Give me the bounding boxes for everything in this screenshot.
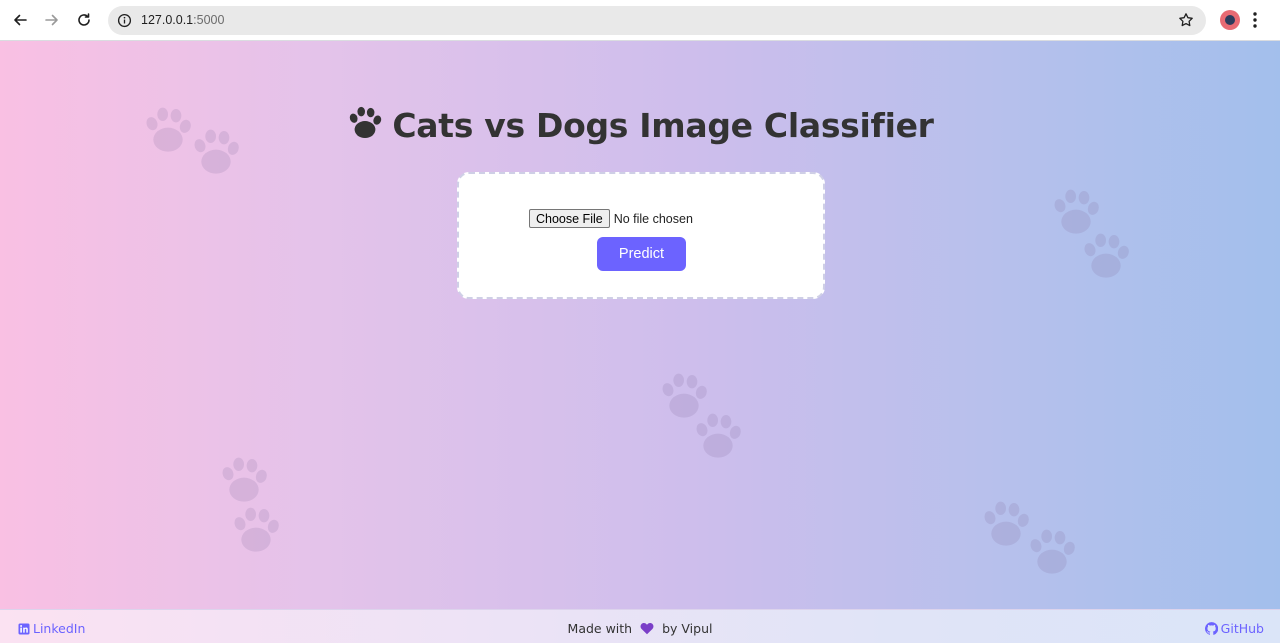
paw-print-icon bbox=[1078, 231, 1134, 279]
paw-print-icon bbox=[1048, 187, 1104, 235]
profile-avatar[interactable] bbox=[1220, 10, 1240, 30]
address-bar[interactable]: 127.0.0.1:5000 bbox=[108, 6, 1206, 35]
back-button[interactable] bbox=[8, 8, 32, 32]
avatar-icon bbox=[1225, 15, 1235, 25]
upload-form: Choose File No file chosen Predict bbox=[457, 172, 825, 299]
github-label: GitHub bbox=[1220, 621, 1264, 636]
paw-print-icon bbox=[1024, 527, 1080, 575]
url-port: :5000 bbox=[193, 13, 225, 27]
bookmark-star-icon[interactable] bbox=[1178, 12, 1194, 33]
github-icon bbox=[1204, 622, 1218, 635]
paw-icon bbox=[346, 105, 384, 147]
made-prefix: Made with bbox=[567, 621, 633, 636]
predict-button[interactable]: Predict bbox=[597, 237, 686, 271]
more-vertical-icon bbox=[1253, 12, 1257, 28]
choose-file-button[interactable]: Choose File bbox=[529, 209, 610, 228]
arrow-right-icon bbox=[45, 14, 58, 26]
browser-menu-button[interactable] bbox=[1253, 12, 1257, 33]
reload-icon bbox=[78, 13, 90, 26]
paw-print-icon bbox=[690, 411, 746, 459]
file-input[interactable]: Choose File No file chosen bbox=[529, 209, 693, 228]
purple-heart-icon bbox=[640, 622, 654, 638]
url-host: 127.0.0.1 bbox=[141, 13, 194, 27]
reload-button[interactable] bbox=[72, 8, 96, 32]
page-title-text: Cats vs Dogs Image Classifier bbox=[392, 106, 934, 145]
forward-button[interactable] bbox=[40, 8, 64, 32]
paw-print-icon bbox=[228, 505, 284, 553]
browser-toolbar: 127.0.0.1:5000 bbox=[0, 0, 1280, 41]
page-title: Cats vs Dogs Image Classifier bbox=[0, 105, 1280, 147]
page-background: Cats vs Dogs Image Classifier Choose Fil… bbox=[0, 41, 1280, 609]
footer: LinkedIn Made with by Vipul GitHub bbox=[0, 609, 1280, 643]
site-info-icon[interactable] bbox=[117, 13, 132, 33]
github-link[interactable]: GitHub bbox=[1204, 621, 1264, 636]
made-suffix: by Vipul bbox=[662, 621, 713, 636]
url-text: 127.0.0.1:5000 bbox=[141, 13, 224, 27]
made-with-text: Made with by Vipul bbox=[0, 621, 1280, 638]
paw-print-icon bbox=[216, 455, 272, 503]
arrow-left-icon bbox=[14, 14, 27, 26]
file-status-text: No file chosen bbox=[613, 211, 693, 226]
